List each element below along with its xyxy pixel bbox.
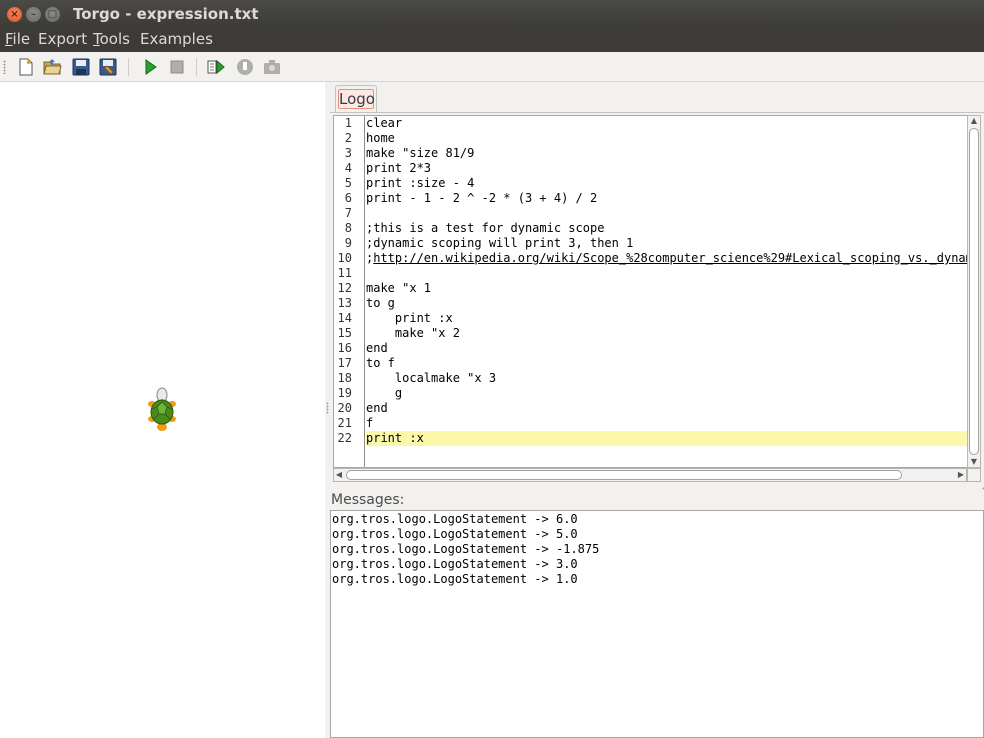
code-line[interactable]: to f [366,356,967,371]
code-line[interactable]: clear [366,116,967,131]
minimize-button[interactable]: – [26,7,41,22]
run-icon[interactable] [140,57,160,77]
menu-file[interactable]: File [5,30,30,48]
tab-logo[interactable]: Logo [335,85,377,112]
line-number: 13 [337,296,352,310]
line-number: 21 [337,416,352,430]
toolbar-grip[interactable] [3,60,6,74]
scroll-down-icon[interactable]: ▼ [969,457,979,467]
menu-examples[interactable]: Examples [140,30,213,48]
line-number: 4 [344,161,352,175]
save-icon[interactable] [71,57,91,77]
line-number: 22 [337,431,352,445]
code-line[interactable]: end [366,401,967,416]
code-line[interactable]: make "size 81/9 [366,146,967,161]
code-line[interactable]: print :x [366,311,967,326]
line-number: 14 [337,311,352,325]
line-number: 6 [344,191,352,205]
code-line[interactable]: localmake "x 3 [366,371,967,386]
messages-panel[interactable]: org.tros.logo.LogoStatement -> 6.0 org.t… [330,510,984,738]
code-editor[interactable]: 1 2 3 4 5 6 7 8 9 10 11 12 13 14 15 16 1… [333,115,968,468]
messages-label: Messages: [331,492,405,508]
menu-file-mnemonic: F [5,30,13,48]
editor-horizontal-scrollbar[interactable]: ◀ ▶ [333,468,967,482]
vertical-scroll-thumb[interactable] [969,128,979,455]
line-number: 10 [337,251,352,265]
code-line[interactable]: print :size - 4 [366,176,967,191]
code-line[interactable]: home [366,131,967,146]
line-number: 11 [337,266,352,280]
new-file-icon[interactable] [16,57,36,77]
line-number: 1 [344,116,352,130]
menu-tools-mnemonic: T [93,30,100,48]
line-number-gutter: 1 2 3 4 5 6 7 8 9 10 11 12 13 14 15 16 1… [334,116,365,467]
horizontal-splitter[interactable] [330,484,984,492]
code-line[interactable]: make "x 2 [366,326,967,341]
line-number: 19 [337,386,352,400]
wikipedia-link[interactable]: http://en.wikipedia.org/wiki/Scope_%28co… [373,251,967,265]
line-number: 20 [337,401,352,415]
message-line: org.tros.logo.LogoStatement -> 6.0 [332,512,578,526]
line-number: 3 [344,146,352,160]
code-line[interactable]: ;this is a test for dynamic scope [366,221,967,236]
code-line[interactable]: end [366,341,967,356]
menu-tools[interactable]: Tools [93,30,130,48]
turtle-icon [147,387,177,433]
app-window: × – □ Torgo - expression.txt File Export… [0,0,984,738]
line-number: 2 [344,131,352,145]
toolbar [0,52,984,82]
title-bar: × – □ Torgo - expression.txt [0,0,984,28]
code-line[interactable]: print - 1 - 2 ^ -2 * (3 + 4) / 2 [366,191,967,206]
menu-bar: File Export Tools Examples [0,28,984,52]
code-area[interactable]: clear home make "size 81/9 print 2*3 pri… [366,116,967,467]
menu-tools-label: ools [99,30,130,48]
camera-icon[interactable] [262,57,282,77]
line-number: 7 [344,206,352,220]
message-line: org.tros.logo.LogoStatement -> -1.875 [332,542,600,556]
scroll-right-icon[interactable]: ▶ [956,469,966,481]
code-line-with-link[interactable]: ;http://en.wikipedia.org/wiki/Scope_%28c… [366,251,967,266]
code-line[interactable]: print 2*3 [366,161,967,176]
toolbar-separator [196,58,197,76]
horizontal-scroll-thumb[interactable] [346,470,902,480]
window-title: Torgo - expression.txt [73,5,259,23]
menu-file-label: ile [12,30,31,48]
menu-export[interactable]: Export [38,30,87,48]
message-line: org.tros.logo.LogoStatement -> 3.0 [332,557,578,571]
code-line[interactable]: make "x 1 [366,281,967,296]
line-number: 5 [344,176,352,190]
line-number: 18 [337,371,352,385]
code-line[interactable]: ;dynamic scoping will print 3, then 1 [366,236,967,251]
line-number: 8 [344,221,352,235]
code-line[interactable]: g [366,386,967,401]
line-number: 15 [337,326,352,340]
code-line[interactable]: f [366,416,967,431]
editor-vertical-scrollbar[interactable]: ▲ ▼ [967,115,981,468]
line-number: 12 [337,281,352,295]
save-as-icon[interactable] [98,57,118,77]
splitter-grip [326,402,329,414]
open-folder-icon[interactable] [42,57,62,77]
code-line[interactable]: to g [366,296,967,311]
code-line[interactable] [366,266,967,281]
step-icon[interactable] [206,57,226,77]
code-line-highlighted[interactable]: print :x [366,431,967,446]
scrollbar-corner [967,468,981,482]
turtle-canvas[interactable] [0,82,325,738]
line-number: 16 [337,341,352,355]
scroll-left-icon[interactable]: ◀ [334,469,344,481]
line-number: 17 [337,356,352,370]
message-line: org.tros.logo.LogoStatement -> 5.0 [332,527,578,541]
code-line[interactable] [366,206,967,221]
tab-logo-label: Logo [338,89,375,109]
message-line: org.tros.logo.LogoStatement -> 1.0 [332,572,578,586]
close-button[interactable]: × [7,7,22,22]
stop-icon[interactable] [167,57,187,77]
toolbar-separator [128,58,129,76]
line-number: 9 [344,236,352,250]
maximize-button[interactable]: □ [45,7,60,22]
pause-icon[interactable] [235,57,255,77]
scroll-up-icon[interactable]: ▲ [969,116,979,126]
